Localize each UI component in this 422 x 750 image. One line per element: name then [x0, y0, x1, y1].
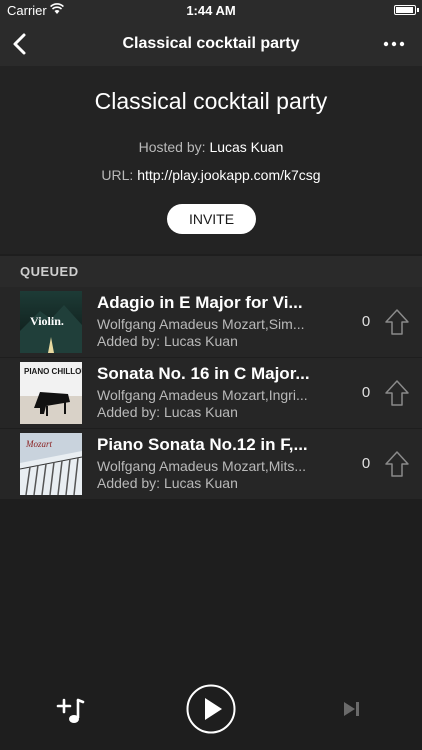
track-artist: Wolfgang Amadeus Mozart,Sim... — [97, 316, 305, 332]
queue-list: Violin. Adagio in E Major for Vi... Wolf… — [0, 287, 422, 500]
vote-count: 0 — [361, 313, 371, 330]
album-art: PIANO CHILLOUT — [20, 362, 82, 424]
track-added-by: Added by: Lucas Kuan — [97, 333, 238, 349]
track-title: Piano Sonata No.12 in F,... — [97, 435, 308, 454]
queue-track[interactable]: PIANO CHILLOUT Sonata No. 16 in C Major.… — [0, 358, 422, 429]
vote-count: 0 — [361, 384, 371, 401]
queued-label: QUEUED — [20, 264, 79, 279]
track-added-by: Added by: Lucas Kuan — [97, 404, 238, 420]
queued-section-header: QUEUED — [0, 256, 422, 287]
queue-track[interactable]: Mozart Piano Sonata No.12 in F,... Wolfg… — [0, 429, 422, 500]
svg-text:PIANO CHILLOUT: PIANO CHILLOUT — [24, 367, 82, 376]
track-title: Adagio in E Major for Vi... — [97, 293, 303, 312]
upvote-arrow-icon[interactable] — [384, 450, 410, 478]
add-song-icon[interactable] — [56, 696, 86, 726]
more-options-icon[interactable] — [382, 35, 406, 53]
skip-next-icon[interactable] — [342, 700, 362, 718]
hosted-by-label: Hosted by: — [138, 139, 206, 155]
invite-button[interactable]: INVITE — [167, 204, 256, 234]
track-artist: Wolfgang Amadeus Mozart,Mits... — [97, 458, 307, 474]
clock: 1:44 AM — [186, 3, 236, 18]
upvote-arrow-icon[interactable] — [384, 379, 410, 407]
track-title: Sonata No. 16 in C Major... — [97, 364, 310, 383]
queue-track[interactable]: Violin. Adagio in E Major for Vi... Wolf… — [0, 287, 422, 358]
svg-text:Violin.: Violin. — [30, 314, 64, 328]
back-chevron-icon[interactable] — [10, 32, 30, 56]
status-bar: Carrier 1:44 AM — [0, 0, 422, 22]
track-added-by: Added by: Lucas Kuan — [97, 475, 238, 491]
play-icon[interactable] — [186, 684, 236, 734]
svg-text:Mozart: Mozart — [25, 439, 53, 449]
party-url-link[interactable]: http://play.jookapp.com/k7csg — [137, 167, 320, 183]
host-line: Hosted by: Lucas Kuan — [0, 139, 422, 155]
vote-count: 0 — [361, 455, 371, 472]
party-title: Classical cocktail party — [94, 88, 328, 114]
album-art: Mozart — [20, 433, 82, 495]
upvote-arrow-icon[interactable] — [384, 308, 410, 336]
navigation-bar: Classical cocktail party — [0, 22, 422, 66]
player-controls — [0, 670, 422, 750]
party-header: Classical cocktail party Hosted by: Luca… — [0, 66, 422, 254]
battery-icon — [394, 5, 419, 15]
url-line: URL: http://play.jookapp.com/k7csg — [0, 167, 422, 183]
url-label: URL: — [101, 167, 134, 183]
host-name: Lucas Kuan — [209, 139, 284, 155]
album-art: Violin. — [20, 291, 82, 353]
nav-title: Classical cocktail party — [122, 35, 300, 52]
track-artist: Wolfgang Amadeus Mozart,Ingri... — [97, 387, 308, 403]
